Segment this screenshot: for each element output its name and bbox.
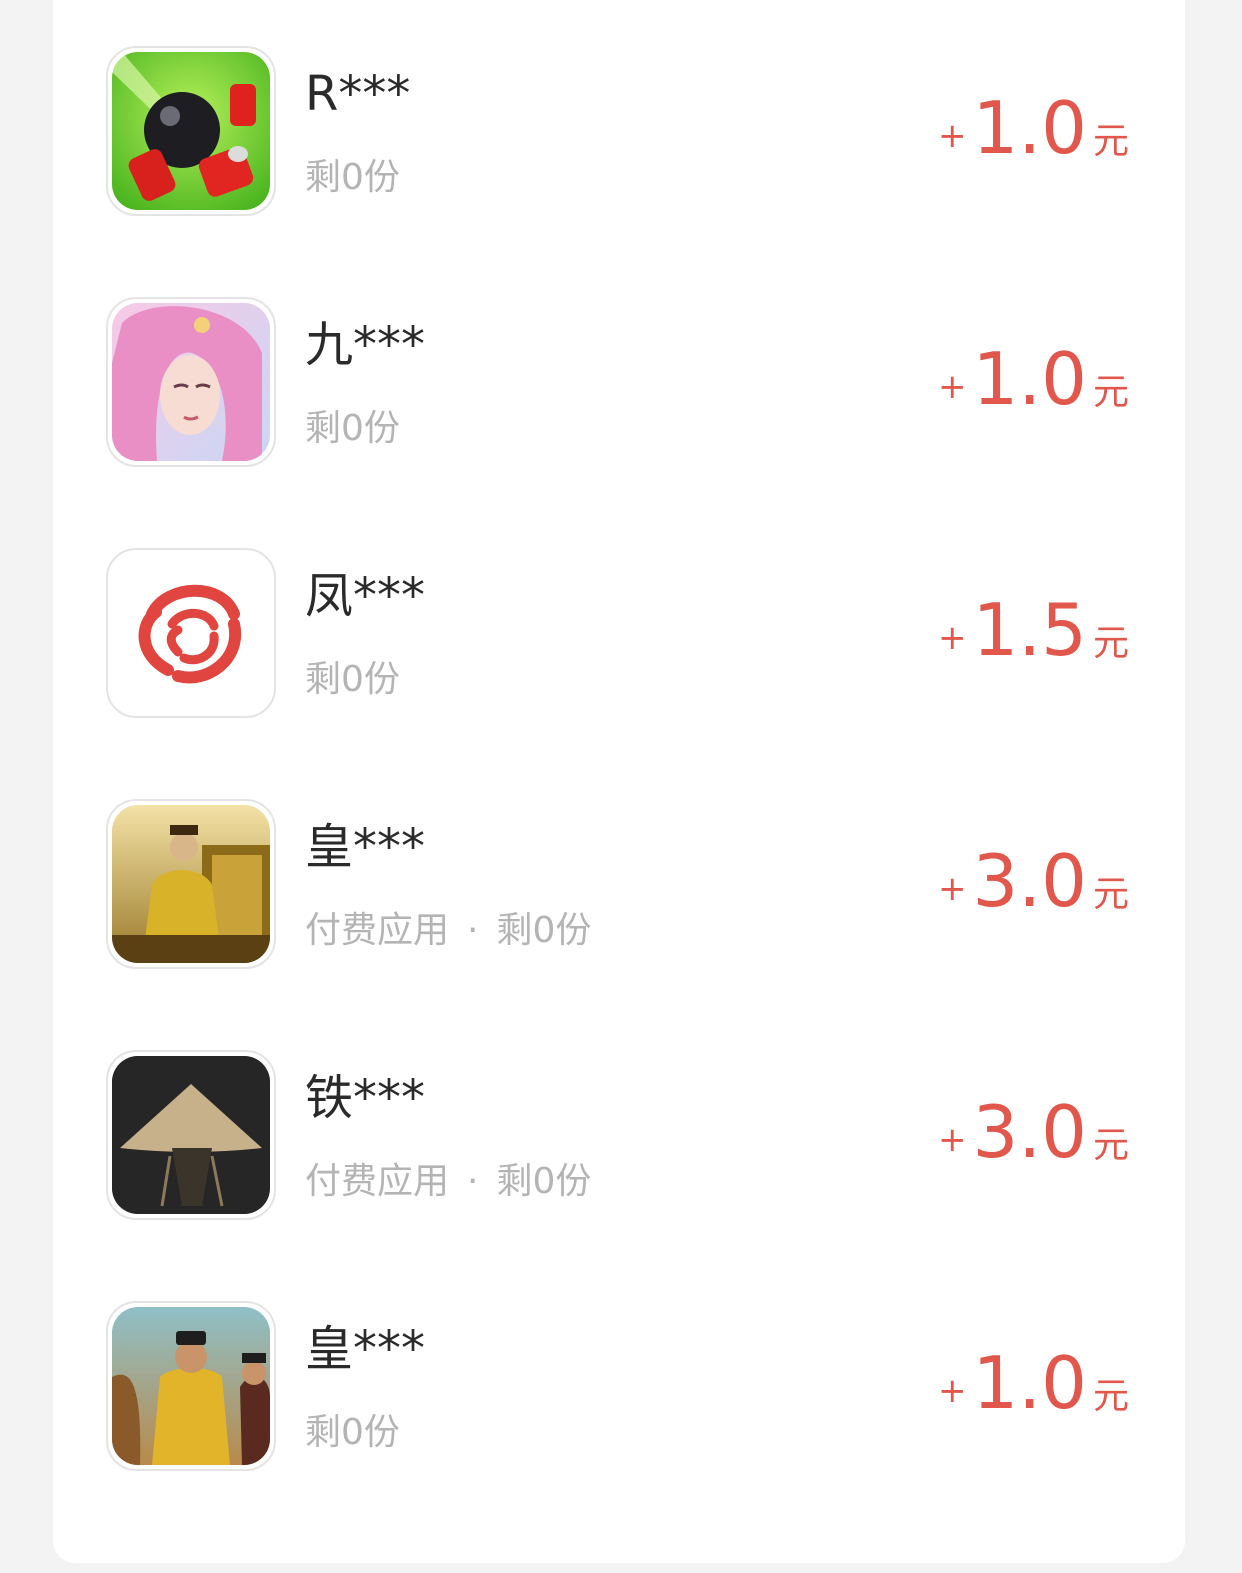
reward-amount: +1.5 元: [938, 590, 1129, 670]
currency-unit: 元: [1092, 1376, 1129, 1417]
app-name: 皇***: [305, 819, 426, 875]
emperor-court-game-icon: [106, 1301, 276, 1471]
remaining-count: 剩0份: [305, 1412, 400, 1453]
reward-value: 1.0: [972, 1341, 1087, 1425]
reward-value: 3.0: [972, 1090, 1087, 1174]
separator-dot: ·: [467, 910, 479, 951]
plus-sign: +: [937, 116, 967, 156]
plus-sign: +: [937, 618, 967, 658]
emperor-throne-game-icon: [106, 799, 276, 969]
plus-sign: +: [937, 367, 967, 407]
remaining-count: 剩0份: [305, 659, 400, 700]
app-name: R***: [305, 66, 411, 122]
task-list-card: R*** 剩0份 +1.0 元 九*** 剩0份 +1.0 元 凤*** 剩0份…: [53, 0, 1185, 1563]
currency-unit: 元: [1092, 623, 1129, 664]
currency-unit: 元: [1092, 874, 1129, 915]
reward-amount: +3.0 元: [938, 841, 1129, 921]
app-name: 凤***: [305, 568, 426, 624]
remaining-count: 剩0份: [496, 1161, 592, 1202]
reward-amount: +3.0 元: [938, 1092, 1129, 1172]
remaining-count: 剩0份: [305, 408, 400, 449]
reward-amount: +1.0 元: [938, 88, 1129, 168]
currency-unit: 元: [1092, 121, 1129, 162]
plus-sign: +: [937, 1120, 967, 1160]
plus-sign: +: [937, 1371, 967, 1411]
currency-unit: 元: [1092, 1125, 1129, 1166]
ball-cans-game-icon: [106, 46, 276, 216]
fantasy-woman-game-icon: [106, 297, 276, 467]
app-meta: 付费应用 · 剩0份: [305, 909, 591, 953]
separator-dot: ·: [467, 1161, 479, 1202]
paid-app-label: 付费应用: [305, 910, 450, 951]
app-name: 九***: [305, 317, 426, 373]
remaining-count: 剩0份: [305, 157, 400, 198]
paid-app-label: 付费应用: [305, 1161, 450, 1202]
reward-value: 1.0: [972, 337, 1087, 421]
app-meta: 剩0份: [305, 658, 400, 702]
list-item[interactable]: 皇*** 付费应用 · 剩0份 +3.0 元: [53, 799, 1185, 989]
list-item[interactable]: 凤*** 剩0份 +1.5 元: [53, 548, 1185, 738]
app-meta: 剩0份: [305, 407, 400, 451]
list-item[interactable]: 铁*** 付费应用 · 剩0份 +3.0 元: [53, 1050, 1185, 1240]
app-meta: 剩0份: [305, 1411, 400, 1455]
phoenix-logo-icon: [106, 548, 276, 718]
reward-value: 1.0: [972, 86, 1087, 170]
list-item[interactable]: 九*** 剩0份 +1.0 元: [53, 297, 1185, 487]
straw-hat-warrior-game-icon: [106, 1050, 276, 1220]
remaining-count: 剩0份: [496, 910, 592, 951]
app-meta: 付费应用 · 剩0份: [305, 1160, 591, 1204]
list-item[interactable]: 皇*** 剩0份 +1.0 元: [53, 1301, 1185, 1491]
reward-amount: +1.0 元: [938, 339, 1129, 419]
currency-unit: 元: [1092, 372, 1129, 413]
reward-amount: +1.0 元: [938, 1343, 1129, 1423]
list-item[interactable]: R*** 剩0份 +1.0 元: [53, 46, 1185, 236]
app-name: 铁***: [305, 1070, 426, 1126]
plus-sign: +: [937, 869, 967, 909]
reward-value: 1.5: [972, 588, 1087, 672]
app-meta: 剩0份: [305, 156, 400, 200]
app-name: 皇***: [305, 1321, 426, 1377]
reward-value: 3.0: [972, 839, 1087, 923]
